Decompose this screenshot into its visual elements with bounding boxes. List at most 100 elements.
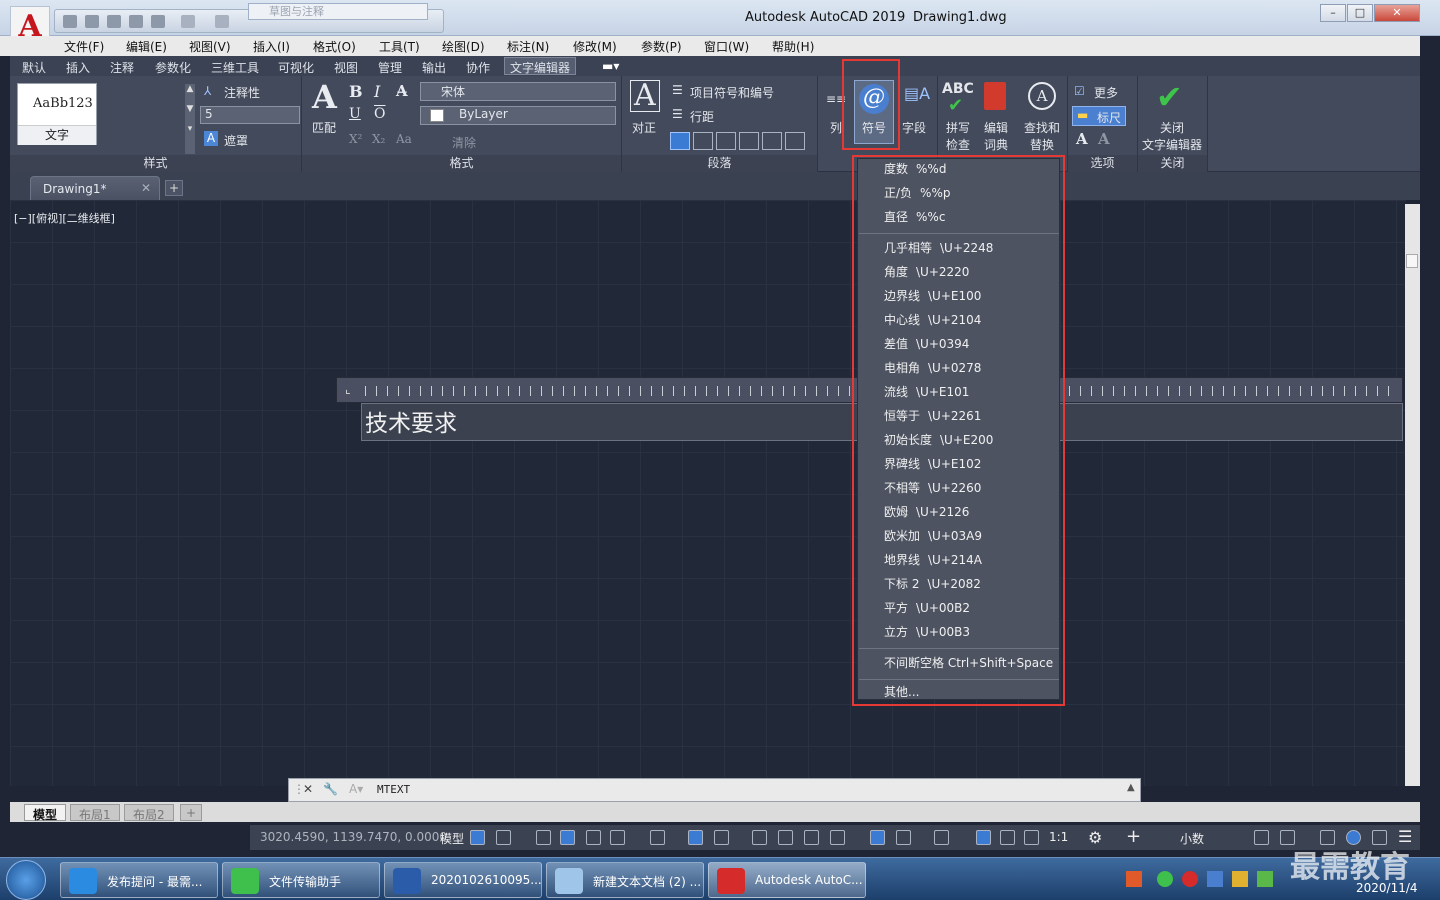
text-style-preview[interactable]: AaBb123 文字 xyxy=(17,83,97,145)
spell-label-2[interactable]: 检查 xyxy=(946,136,970,153)
grid-icon[interactable] xyxy=(470,830,485,845)
menu-parameter[interactable]: 参数(P) xyxy=(641,38,682,55)
tray-nvidia-icon[interactable] xyxy=(1257,871,1273,887)
annotation-visibility-icon[interactable] xyxy=(976,830,991,845)
start-button[interactable] xyxy=(6,860,46,900)
tab-insert[interactable]: 插入 xyxy=(66,59,90,76)
model-space-toggle[interactable]: 模型 xyxy=(440,830,464,847)
bullets-label[interactable]: 项目符号和编号 xyxy=(690,84,774,101)
paragraph-panel-title[interactable]: 段落 xyxy=(622,155,817,172)
lineweight-icon[interactable] xyxy=(752,830,767,845)
align-right-icon[interactable] xyxy=(716,132,736,150)
selection-cycling-icon[interactable] xyxy=(804,830,819,845)
open-file-icon[interactable] xyxy=(85,15,99,28)
font-select[interactable]: 宋体 xyxy=(420,82,616,101)
align-left-icon[interactable] xyxy=(670,132,690,150)
dictionary-label-2[interactable]: 词典 xyxy=(984,136,1008,153)
underline-icon[interactable]: U xyxy=(349,106,361,122)
new-tab-icon[interactable]: + xyxy=(165,180,183,196)
close-panel-title[interactable]: 关闭 xyxy=(1138,155,1207,172)
tray-ime-icon[interactable] xyxy=(1126,871,1142,887)
options-panel-title[interactable]: 选项 xyxy=(1068,155,1137,172)
object-snap-icon[interactable] xyxy=(714,830,729,845)
menu-file[interactable]: 文件(F) xyxy=(64,38,104,55)
close-label-1[interactable]: 关闭 xyxy=(1160,119,1184,136)
menu-edit[interactable]: 编辑(E) xyxy=(126,38,167,55)
tab-default[interactable]: 默认 xyxy=(22,59,46,76)
add-layout-icon[interactable]: + xyxy=(180,804,203,821)
save-as-icon[interactable] xyxy=(129,15,143,28)
tab-output[interactable]: 输出 xyxy=(422,59,446,76)
plot-icon[interactable] xyxy=(151,15,165,28)
taskbar-item-browser[interactable]: 发布提问 - 最需... xyxy=(60,862,218,898)
isodraft-icon[interactable] xyxy=(650,830,665,845)
justify-icon[interactable]: A xyxy=(630,80,660,112)
scroll-thumb[interactable] xyxy=(1406,254,1418,268)
match-label[interactable]: 匹配 xyxy=(312,119,336,136)
taskbar-item-autocad[interactable]: Autodesk AutoC... xyxy=(708,862,866,898)
spacing-icon[interactable] xyxy=(785,132,805,150)
close-command-icon[interactable]: ✕ xyxy=(303,782,313,796)
superscript-icon[interactable]: X² xyxy=(349,132,362,146)
tray-wechat-icon[interactable] xyxy=(1157,871,1173,887)
align-center-icon[interactable] xyxy=(693,132,713,150)
polar-icon[interactable] xyxy=(610,830,625,845)
close-tab-icon[interactable]: ✕ xyxy=(141,181,151,195)
tray-network-icon[interactable] xyxy=(1232,871,1248,887)
tab-3d-tools[interactable]: 三维工具 xyxy=(211,59,259,76)
document-tab[interactable]: Drawing1* ✕ xyxy=(30,176,160,200)
more-label[interactable]: 更多 xyxy=(1094,84,1118,101)
menu-help[interactable]: 帮助(H) xyxy=(772,38,814,55)
snap-icon[interactable] xyxy=(496,830,511,845)
strikethrough-icon[interactable]: A̶ xyxy=(396,82,408,100)
spell-label-1[interactable]: 拼写 xyxy=(946,119,970,136)
field-label[interactable]: 字段 xyxy=(902,119,926,136)
menu-draw[interactable]: 绘图(D) xyxy=(442,38,485,55)
tab-manage[interactable]: 管理 xyxy=(378,59,402,76)
maximize-button[interactable]: □ xyxy=(1347,4,1373,22)
justify-label[interactable]: 对正 xyxy=(632,119,656,136)
plus-icon[interactable]: + xyxy=(1126,826,1141,847)
style-scroll[interactable]: ▲ ▼ ▾ xyxy=(185,84,195,154)
object-snap-tracking-icon[interactable] xyxy=(688,830,703,845)
wrench-icon[interactable]: 🔧 xyxy=(323,782,338,796)
tab-annotate[interactable]: 注释 xyxy=(110,59,134,76)
match-format-icon[interactable]: A xyxy=(312,78,337,116)
undo-text-icon[interactable]: A xyxy=(1076,130,1088,148)
line-spacing-label[interactable]: 行距 xyxy=(690,108,714,125)
vertical-scrollbar[interactable] xyxy=(1405,204,1420,786)
menu-view[interactable]: 视图(V) xyxy=(189,38,231,55)
mask-label[interactable]: 遮罩 xyxy=(224,132,248,149)
minimize-button[interactable]: – xyxy=(1320,4,1346,22)
menu-tools[interactable]: 工具(T) xyxy=(379,38,420,55)
dynamic-input-icon[interactable] xyxy=(560,830,575,845)
drawing-canvas[interactable] xyxy=(10,200,1406,786)
style-panel-title[interactable]: 样式 xyxy=(10,155,301,172)
format-panel-title[interactable]: 格式 xyxy=(302,155,621,172)
undo-icon[interactable] xyxy=(181,15,195,28)
ortho-icon[interactable] xyxy=(586,830,601,845)
save-icon[interactable] xyxy=(107,15,121,28)
close-label-2[interactable]: 文字编辑器 xyxy=(1142,136,1202,153)
transparency-icon[interactable] xyxy=(778,830,793,845)
viewport-controls[interactable]: [−][俯视][二维线框] xyxy=(14,210,115,226)
tab-view[interactable]: 视图 xyxy=(334,59,358,76)
menu-dimension[interactable]: 标注(N) xyxy=(507,38,549,55)
gizmo-icon[interactable] xyxy=(934,830,949,845)
annotation-scale-select[interactable]: 1:1 xyxy=(1049,830,1068,844)
annotative-label[interactable]: 注释性 xyxy=(224,84,260,101)
redo-text-icon[interactable]: A xyxy=(1098,130,1110,148)
justify-align-icon[interactable] xyxy=(739,132,759,150)
redo-icon[interactable] xyxy=(215,15,229,28)
dynamic-ucs-icon[interactable] xyxy=(870,830,885,845)
dictionary-label-1[interactable]: 编辑 xyxy=(984,119,1008,136)
close-button[interactable]: ✕ xyxy=(1374,4,1420,22)
taskbar-item-word[interactable]: 2020102610095... xyxy=(384,862,542,898)
annotation-scale-icon[interactable] xyxy=(1024,830,1039,845)
layout-tab-layout1[interactable]: 布局1 xyxy=(70,804,120,822)
menu-insert[interactable]: 插入(I) xyxy=(253,38,290,55)
tab-stop-icon[interactable]: ⌞ xyxy=(345,382,351,396)
tray-weibo-icon[interactable] xyxy=(1182,871,1198,887)
color-select[interactable]: ByLayer xyxy=(420,106,616,125)
3d-osnap-icon[interactable] xyxy=(830,830,845,845)
